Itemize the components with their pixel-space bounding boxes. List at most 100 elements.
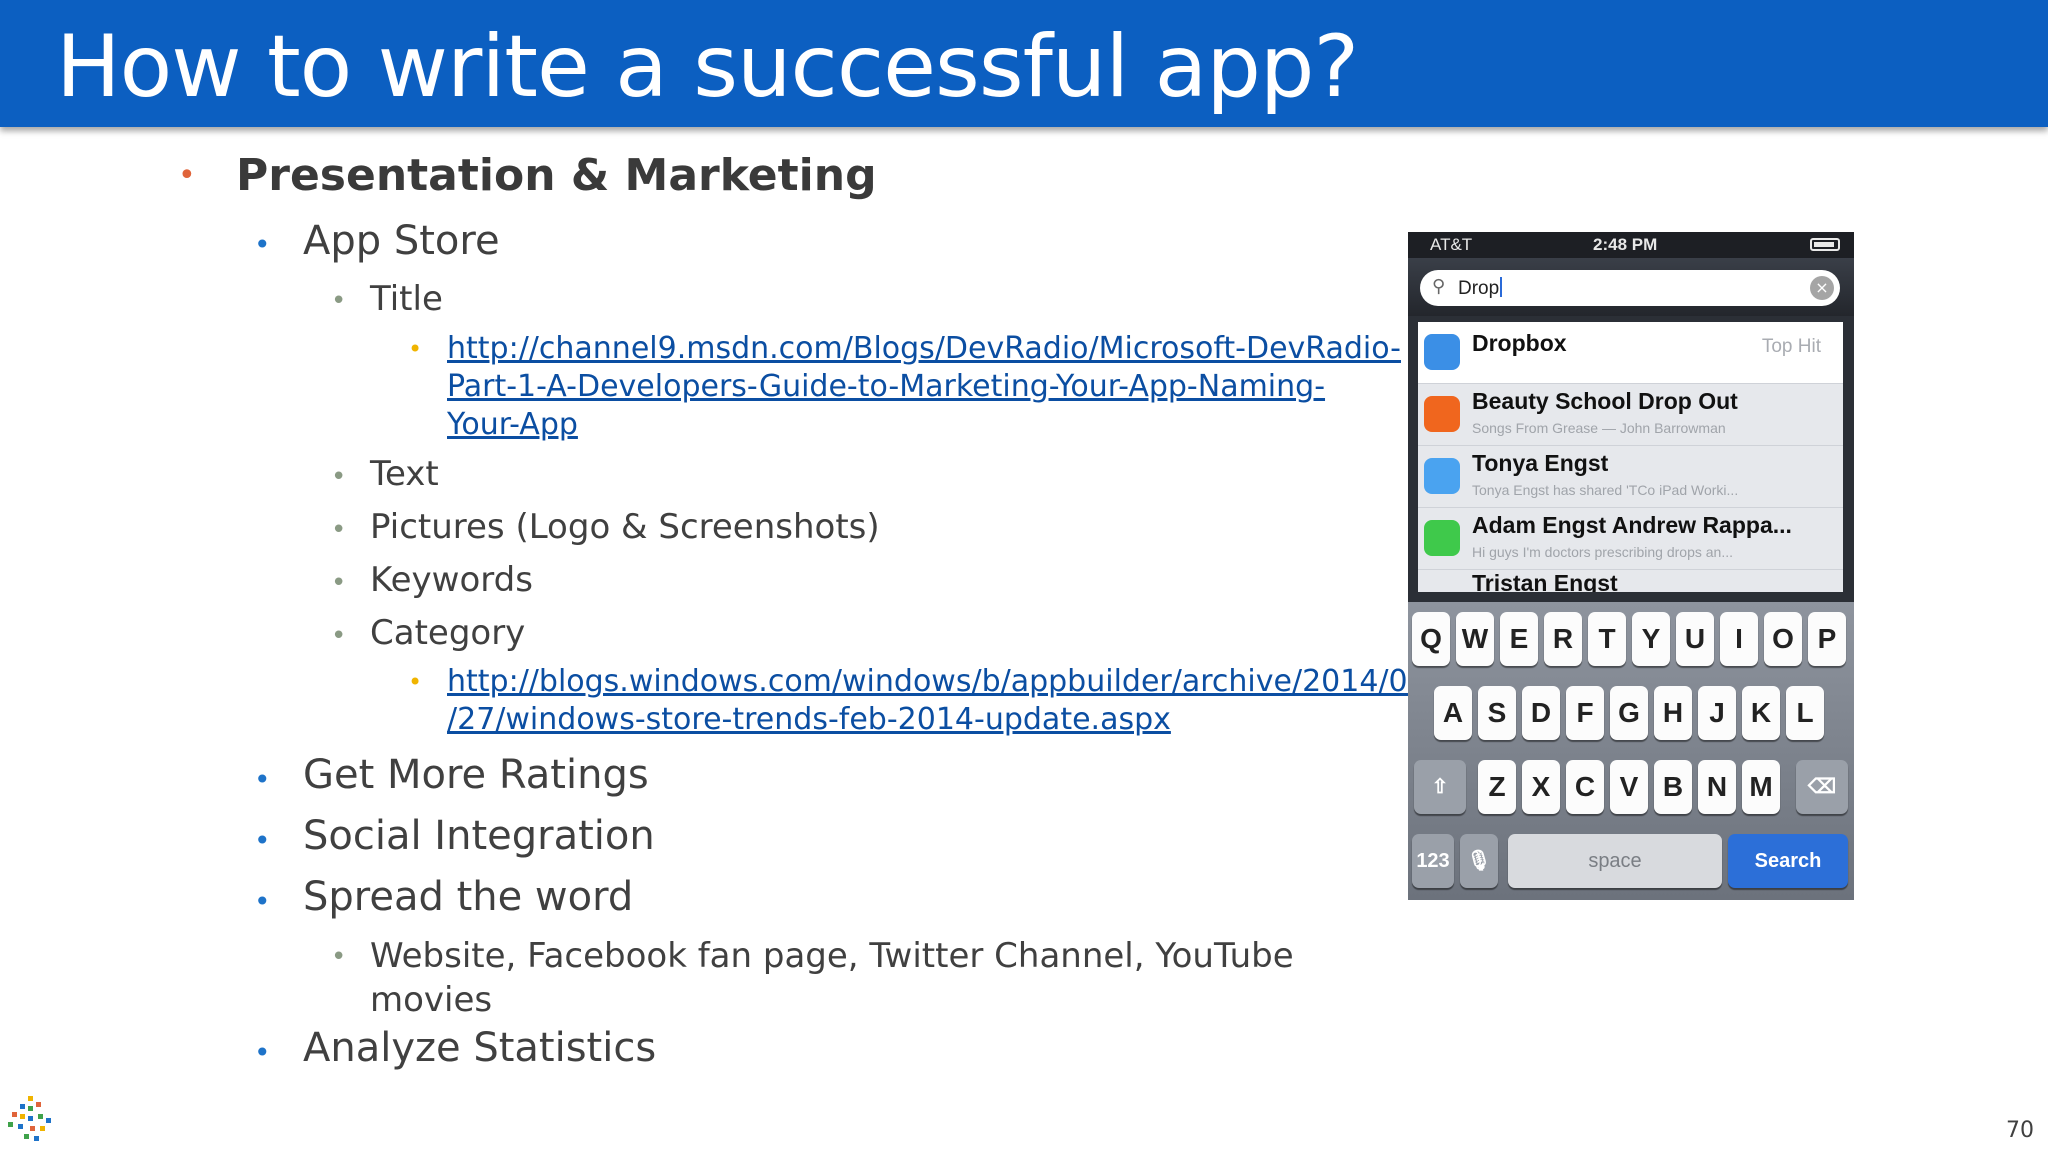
brand-logo xyxy=(8,1096,51,1141)
search-bar-area: ⚲ Drop × xyxy=(1408,258,1854,316)
key-y[interactable]: Y xyxy=(1632,612,1670,666)
heading-presentation-marketing: Presentation & Marketing xyxy=(236,150,877,201)
bullet-icon: • xyxy=(331,515,347,545)
list-item-title: Title xyxy=(370,279,443,319)
top-hit-label: Top Hit xyxy=(1761,336,1821,357)
result-subtitle: Hi guys I'm doctors prescribing drops an… xyxy=(1472,544,1734,560)
bullet-icon: • xyxy=(331,286,347,316)
category-link-line-2[interactable]: /27/windows-store-trends-feb-2014-update… xyxy=(447,702,1171,737)
result-row[interactable]: Tristan Engst xyxy=(1418,570,1843,592)
key-h[interactable]: H xyxy=(1654,686,1692,740)
bullet-icon: • xyxy=(254,824,271,857)
search-query: Drop xyxy=(1458,277,1502,300)
microphone-icon[interactable]: 🎙 xyxy=(1460,834,1498,888)
clear-icon[interactable]: × xyxy=(1810,276,1834,300)
key-c[interactable]: C xyxy=(1566,760,1604,814)
key-o[interactable]: O xyxy=(1764,612,1802,666)
page-number: 70 xyxy=(2006,1118,2034,1143)
result-row[interactable]: Beauty School Drop Out Songs From Grease… xyxy=(1418,384,1843,446)
key-s[interactable]: S xyxy=(1478,686,1516,740)
bullet-icon: • xyxy=(331,462,347,492)
key-p[interactable]: P xyxy=(1808,612,1846,666)
key-b[interactable]: B xyxy=(1654,760,1692,814)
key-z[interactable]: Z xyxy=(1478,760,1516,814)
dropbox-icon xyxy=(1424,334,1460,370)
carrier-label: AT&T xyxy=(1430,235,1473,254)
key-f[interactable]: F xyxy=(1566,686,1604,740)
title-link-line-3[interactable]: Your-App xyxy=(447,407,578,442)
key-x[interactable]: X xyxy=(1522,760,1560,814)
result-subtitle: Songs From Grease — John Barrowman xyxy=(1472,420,1726,436)
search-key[interactable]: Search xyxy=(1728,834,1848,888)
key-i[interactable]: I xyxy=(1720,612,1758,666)
list-item-keywords: Keywords xyxy=(370,560,533,600)
key-v[interactable]: V xyxy=(1610,760,1648,814)
on-screen-keyboard: Q W E R T Y U I O P A S D F G H J K L ⇧ … xyxy=(1408,602,1854,900)
key-q[interactable]: Q xyxy=(1412,612,1450,666)
list-item-ratings: Get More Ratings xyxy=(303,752,649,798)
key-n[interactable]: N xyxy=(1698,760,1736,814)
result-subtitle: Tonya Engst has shared 'TCo iPad Worki..… xyxy=(1472,482,1739,498)
result-row[interactable]: Dropbox Top Hit xyxy=(1418,322,1843,384)
search-results-list: Dropbox Top Hit Beauty School Drop Out S… xyxy=(1418,322,1843,592)
key-e[interactable]: E xyxy=(1500,612,1538,666)
category-link-line-1[interactable]: http://blogs.windows.com/windows/b/appbu… xyxy=(447,664,1427,699)
title-link-block: http://channel9.msdn.com/Blogs/DevRadio/… xyxy=(447,330,1401,444)
search-icon: ⚲ xyxy=(1432,276,1446,297)
key-a[interactable]: A xyxy=(1434,686,1472,740)
status-bar: AT&T 2:48 PM xyxy=(1408,232,1854,258)
key-d[interactable]: D xyxy=(1522,686,1560,740)
result-title: Tonya Engst xyxy=(1472,450,1609,476)
result-title: Beauty School Drop Out xyxy=(1472,388,1738,414)
bullet-icon: • xyxy=(254,763,271,796)
music-icon xyxy=(1424,396,1460,432)
space-key[interactable]: space xyxy=(1508,834,1722,888)
key-r[interactable]: R xyxy=(1544,612,1582,666)
key-m[interactable]: M xyxy=(1742,760,1780,814)
list-item-pictures: Pictures (Logo & Screenshots) xyxy=(370,507,880,547)
slide-content: • Presentation & Marketing • App Store •… xyxy=(0,0,1427,1153)
list-item-spread: Spread the word xyxy=(303,874,634,920)
bullet-icon: • xyxy=(254,885,271,918)
category-link-block: http://blogs.windows.com/windows/b/appbu… xyxy=(447,663,1427,739)
list-item-analyze: Analyze Statistics xyxy=(303,1025,657,1071)
messages-icon xyxy=(1424,520,1460,556)
bullet-icon: • xyxy=(254,228,271,261)
list-item-social: Social Integration xyxy=(303,813,655,859)
shift-key[interactable]: ⇧ xyxy=(1414,760,1466,814)
bullet-icon: • xyxy=(331,568,347,598)
bullet-icon: • xyxy=(178,158,196,193)
title-link-line-2[interactable]: Part-1-A-Developers-Guide-to-Marketing-Y… xyxy=(447,369,1325,404)
list-item-category: Category xyxy=(370,613,526,653)
result-title: Tristan Engst xyxy=(1472,570,1618,592)
key-w[interactable]: W xyxy=(1456,612,1494,666)
result-title: Adam Engst Andrew Rappa... xyxy=(1472,512,1792,538)
mail-icon xyxy=(1424,458,1460,494)
key-k[interactable]: K xyxy=(1742,686,1780,740)
result-title: Dropbox xyxy=(1472,330,1567,356)
result-row[interactable]: Adam Engst Andrew Rappa... Hi guys I'm d… xyxy=(1418,508,1843,570)
spread-channels-line-1: Website, Facebook fan page, Twitter Chan… xyxy=(370,936,1294,976)
bullet-icon: • xyxy=(254,1036,271,1069)
bullet-icon: • xyxy=(331,621,347,651)
bullet-icon: • xyxy=(408,335,423,363)
key-t[interactable]: T xyxy=(1588,612,1626,666)
title-link-line-1[interactable]: http://channel9.msdn.com/Blogs/DevRadio/… xyxy=(447,331,1401,366)
numbers-key[interactable]: 123 xyxy=(1412,834,1454,888)
bullet-icon: • xyxy=(408,668,423,696)
bullet-icon: • xyxy=(331,942,347,972)
status-time: 2:48 PM xyxy=(1593,235,1658,254)
iphone-search-screenshot: AT&T 2:48 PM ⚲ Drop × Dropbox Top Hit Be… xyxy=(1408,232,1854,900)
result-row[interactable]: Tonya Engst Tonya Engst has shared 'TCo … xyxy=(1418,446,1843,508)
battery-icon xyxy=(1810,238,1840,251)
list-item-spread-channels: Website, Facebook fan page, Twitter Chan… xyxy=(370,934,1294,1022)
key-g[interactable]: G xyxy=(1610,686,1648,740)
key-u[interactable]: U xyxy=(1676,612,1714,666)
delete-key[interactable]: ⌫ xyxy=(1796,760,1848,814)
key-j[interactable]: J xyxy=(1698,686,1736,740)
list-item-app-store: App Store xyxy=(303,218,500,264)
search-input[interactable]: ⚲ Drop × xyxy=(1420,270,1840,306)
list-item-text: Text xyxy=(370,454,439,494)
spread-channels-line-2: movies xyxy=(370,980,493,1020)
key-l[interactable]: L xyxy=(1786,686,1824,740)
